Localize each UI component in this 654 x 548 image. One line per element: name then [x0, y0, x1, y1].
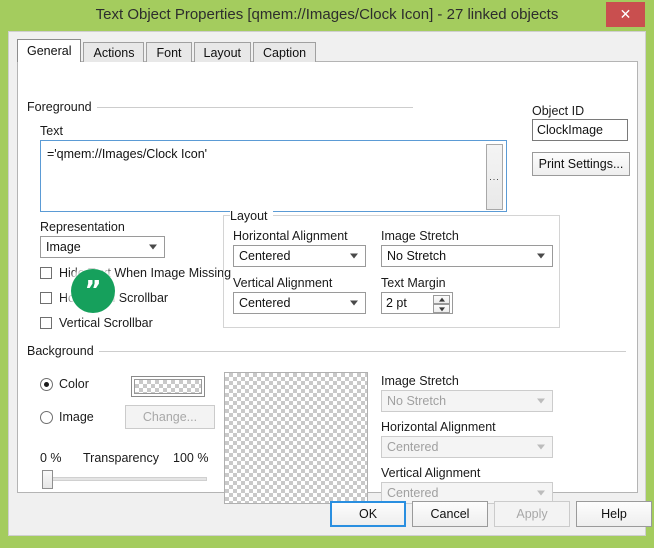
text-browse-button[interactable]: ...	[486, 144, 503, 210]
stepper-up-icon[interactable]	[433, 295, 450, 304]
vertical-alignment-label: Vertical Alignment	[233, 276, 333, 290]
text-input[interactable]: ='qmem://Images/Clock Icon' ...	[40, 140, 507, 212]
background-vertical-alignment-label: Vertical Alignment	[381, 466, 481, 480]
representation-select[interactable]: Image	[40, 236, 165, 258]
slider-thumb[interactable]	[42, 470, 53, 489]
radio-dot	[40, 411, 53, 424]
apply-label: Apply	[516, 507, 548, 521]
background-horizontal-alignment-select: Centered	[381, 436, 553, 458]
cancel-button[interactable]: Cancel	[412, 501, 488, 527]
object-id-label: Object ID	[532, 104, 585, 118]
chevron-down-icon	[350, 300, 358, 306]
checkbox-box	[40, 317, 52, 329]
transparent-swatch-pattern	[134, 379, 202, 394]
transparency-slider[interactable]	[42, 468, 207, 490]
background-group-label: Background	[27, 344, 99, 358]
tab-layout[interactable]: Layout	[193, 42, 252, 62]
ok-label: OK	[358, 507, 378, 521]
tab-actions[interactable]: Actions	[83, 42, 145, 62]
image-stretch-label: Image Stretch	[381, 229, 459, 243]
tab-general[interactable]: General	[17, 39, 82, 62]
tab-strip: General Actions Font Layout Caption	[17, 39, 318, 62]
text-input-value: ='qmem://Images/Clock Icon'	[47, 147, 208, 161]
radio-label: Color	[59, 377, 89, 391]
chevron-down-icon	[149, 244, 157, 250]
print-settings-label: Print Settings...	[538, 157, 624, 171]
close-button[interactable]: ✕	[606, 2, 645, 27]
close-icon: ✕	[619, 6, 632, 22]
horizontal-alignment-select[interactable]: Centered	[233, 245, 366, 267]
title-bar: Text Object Properties [qmem://Images/Cl…	[0, 0, 654, 30]
object-id-input[interactable]	[532, 119, 628, 141]
layout-group-label: Layout	[230, 209, 273, 223]
dialog-button-strip: OK Cancel Apply Help	[9, 493, 652, 535]
background-horizontal-alignment-value: Centered	[387, 440, 439, 454]
apply-button: Apply	[494, 501, 570, 527]
stepper-down-icon[interactable]	[433, 304, 450, 313]
vertical-alignment-select[interactable]: Centered	[233, 292, 366, 314]
slider-track	[42, 477, 207, 481]
quote-badge-overlay: ”	[67, 265, 119, 317]
background-horizontal-alignment-label: Horizontal Alignment	[381, 420, 496, 434]
window-title: Text Object Properties [qmem://Images/Cl…	[95, 6, 559, 23]
change-image-button: Change...	[125, 405, 215, 429]
cancel-label: Cancel	[430, 507, 470, 521]
chevron-down-icon	[537, 444, 545, 450]
vertical-alignment-value: Centered	[239, 296, 291, 310]
ellipsis-icon: ...	[489, 172, 500, 182]
change-image-label: Change...	[142, 410, 198, 424]
horizontal-alignment-label: Horizontal Alignment	[233, 229, 348, 243]
text-field-label: Text	[40, 124, 63, 138]
print-settings-button[interactable]: Print Settings...	[532, 152, 630, 176]
checkbox-label: Vertical Scrollbar	[59, 316, 153, 330]
transparency-max-label: 100 %	[173, 451, 209, 465]
text-margin-value: 2 pt	[386, 296, 407, 310]
tab-font[interactable]: Font	[146, 42, 192, 62]
window-frame: Text Object Properties [qmem://Images/Cl…	[0, 0, 654, 548]
tab-caption[interactable]: Caption	[253, 42, 317, 62]
help-button[interactable]: Help	[576, 501, 652, 527]
representation-value: Image	[46, 240, 81, 254]
background-color-swatch[interactable]	[131, 376, 205, 397]
radio-dot	[40, 378, 53, 391]
representation-label: Representation	[40, 220, 125, 234]
image-stretch-select[interactable]: No Stretch	[381, 245, 553, 267]
text-margin-stepper[interactable]: 2 pt	[381, 292, 453, 314]
foreground-group-label: Foreground	[27, 100, 97, 114]
transparency-label: Transparency	[83, 451, 159, 465]
horizontal-alignment-value: Centered	[239, 249, 291, 263]
background-group-rule	[98, 351, 626, 352]
checkbox-box	[40, 292, 52, 304]
foreground-group-rule	[93, 107, 413, 108]
checkbox-box	[40, 267, 52, 279]
background-image-stretch-label: Image Stretch	[381, 374, 459, 388]
chevron-down-icon	[537, 398, 545, 404]
chevron-down-icon	[350, 253, 358, 259]
help-label: Help	[601, 507, 627, 521]
background-image-stretch-select: No Stretch	[381, 390, 553, 412]
transparency-min-label: 0 %	[40, 451, 62, 465]
chevron-down-icon	[537, 253, 545, 259]
background-preview	[224, 372, 368, 504]
ok-button[interactable]: OK	[330, 501, 406, 527]
radio-label: Image	[59, 410, 94, 424]
image-stretch-value: No Stretch	[387, 249, 447, 263]
text-margin-label: Text Margin	[381, 276, 446, 290]
background-image-stretch-value: No Stretch	[387, 394, 447, 408]
quote-icon: ”	[84, 276, 102, 306]
